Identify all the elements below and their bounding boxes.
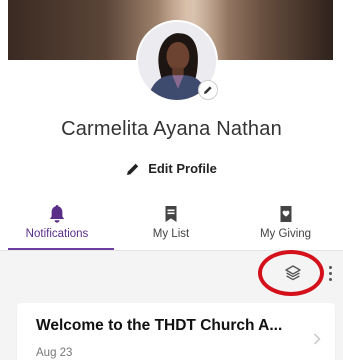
profile-tabs: Notifications My List My Giving — [0, 200, 343, 250]
highlight-ring — [258, 250, 324, 296]
profile-name: Carmelita Ayana Nathan — [61, 118, 282, 140]
avatar-edit-button[interactable] — [198, 80, 218, 100]
kebab-dot — [328, 271, 332, 275]
pencil-icon — [127, 163, 139, 175]
kebab-menu-icon[interactable] — [326, 262, 334, 284]
chevron-right-icon — [313, 333, 321, 345]
pencil-icon — [204, 86, 212, 94]
profile-screen: Carmelita Ayana Nathan Edit Profile Noti… — [0, 0, 343, 360]
kebab-dot — [328, 265, 332, 269]
tab-label: My Giving — [259, 228, 312, 240]
bookmark-icon — [165, 206, 177, 222]
tab-label: Notifications — [25, 228, 89, 240]
giving-icon — [280, 206, 291, 222]
notification-card[interactable]: Welcome to the THDT Church A... Aug 23 — [17, 303, 335, 360]
notification-date: Aug 23 — [36, 347, 73, 359]
tab-notifications[interactable]: Notifications — [0, 200, 114, 250]
edit-profile-label: Edit Profile — [148, 161, 217, 176]
bell-icon — [49, 205, 65, 223]
tab-my-giving[interactable]: My Giving — [228, 200, 343, 250]
kebab-dot — [328, 277, 332, 281]
edit-profile-button[interactable]: Edit Profile — [0, 161, 343, 176]
notification-title: Welcome to the THDT Church A... — [36, 317, 283, 334]
tab-my-list[interactable]: My List — [114, 200, 228, 250]
tab-label: My List — [152, 228, 190, 240]
